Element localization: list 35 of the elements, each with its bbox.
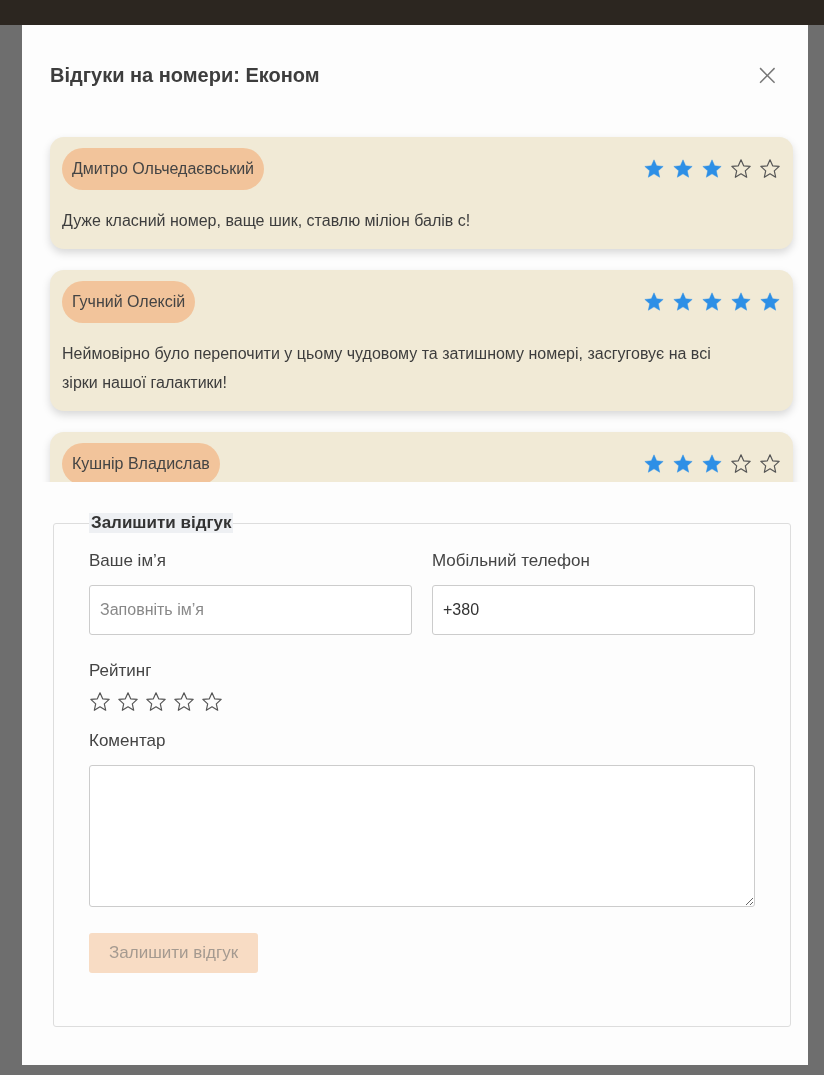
star-icon xyxy=(201,691,223,713)
reviewer-name: Гучний Олексій xyxy=(62,281,196,323)
star-icon xyxy=(759,291,781,313)
star-icon xyxy=(643,291,665,313)
star-icon xyxy=(672,453,694,475)
form-legend: Залишити відгук xyxy=(89,513,234,533)
star-icon xyxy=(730,453,752,475)
field-label: Ваше ім’я xyxy=(89,551,168,571)
name-field[interactable]: Заповніть ім’я xyxy=(89,585,412,635)
review-text: Неймовірно було перепочити у цьому чудовому та затишному номері, засгуговує на всі зірки нашої галактики! xyxy=(62,344,712,393)
star-icon xyxy=(89,691,111,713)
star-icon xyxy=(730,291,752,313)
star-icon xyxy=(701,453,723,475)
star-icon xyxy=(759,158,781,180)
star-icon xyxy=(672,158,694,180)
star-icon xyxy=(759,453,781,475)
star-icon xyxy=(643,453,665,475)
close-button[interactable]: × xyxy=(750,60,784,90)
star-icon xyxy=(672,291,694,313)
review-text: Дуже класний номер, ваще шик, ставлю міліон балів с! xyxy=(62,211,472,231)
reviewer-name: Дмитро Ольчедаєвський xyxy=(62,148,265,190)
reviewer-name: Кушнір Владислав xyxy=(62,443,220,482)
field-label: Коментар xyxy=(89,731,167,751)
field-label: Рейтинг xyxy=(89,661,153,681)
comment-field[interactable] xyxy=(89,765,755,907)
phone-field[interactable]: +380 xyxy=(432,585,755,635)
star-icon xyxy=(730,158,752,180)
star-icon xyxy=(145,691,167,713)
star-icon xyxy=(173,691,195,713)
star-icon xyxy=(701,158,723,180)
dialog-title: Відгуки на номери: Економ xyxy=(50,63,320,87)
star-icon xyxy=(701,291,723,313)
star-icon xyxy=(117,691,139,713)
field-label: Мобільний телефон xyxy=(432,551,591,571)
star-icon xyxy=(643,158,665,180)
